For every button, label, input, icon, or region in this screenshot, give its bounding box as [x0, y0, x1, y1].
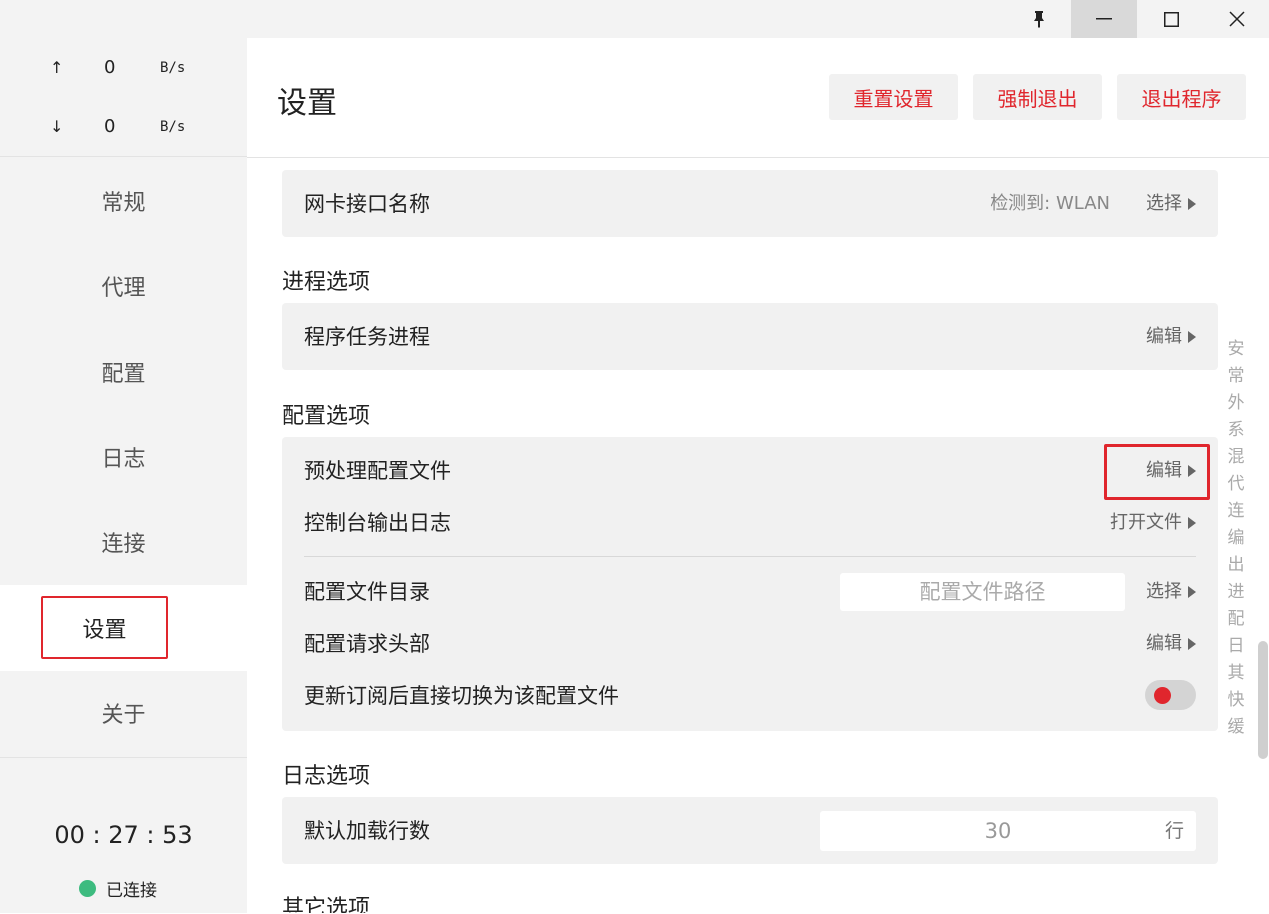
quick-nav-item[interactable]: 连 — [1226, 498, 1246, 525]
default-lines-label: 默认加载行数 — [304, 819, 430, 843]
quick-nav-item[interactable]: 代 — [1226, 471, 1246, 498]
quick-nav-item[interactable]: 混 — [1226, 444, 1246, 471]
process-section-title: 进程选项 — [282, 270, 371, 295]
process-task-label: 程序任务进程 — [304, 325, 430, 349]
close-icon[interactable] — [1205, 0, 1269, 38]
auto-switch-row: 更新订阅后直接切换为该配置文件 — [304, 676, 1196, 716]
caret-right-icon — [1188, 638, 1196, 650]
profile-section-title: 配置选项 — [282, 404, 371, 429]
quick-nav-index: 安 常 外 系 混 代 连 编 出 进 配 日 其 快 缓 — [1226, 336, 1246, 741]
default-lines-value: 30 — [984, 819, 1012, 843]
preprocess-row: 预处理配置文件 编辑 — [304, 451, 1196, 491]
sidebar-item-proxy[interactable]: 代理 — [0, 246, 247, 326]
preprocess-label: 预处理配置文件 — [304, 459, 451, 483]
title-bar — [0, 0, 1269, 38]
upload-unit: B/s — [160, 60, 186, 76]
status-panel: 00 : 27 : 53 已连接 — [0, 757, 247, 914]
quick-nav-item[interactable]: 编 — [1226, 525, 1246, 552]
profile-card: 预处理配置文件 编辑 控制台输出日志 打开文件 配置文件目录 配置文件路径 选择… — [282, 437, 1218, 731]
upload-value: 0 — [104, 57, 116, 78]
traffic-monitor: ↑ 0 B/s ↓ 0 B/s — [0, 38, 247, 157]
upload-speed: ↑ 0 B/s — [0, 56, 247, 80]
console-log-row: 控制台输出日志 打开文件 — [304, 503, 1196, 543]
console-log-label: 控制台输出日志 — [304, 511, 451, 535]
caret-right-icon — [1188, 517, 1196, 529]
exit-program-button[interactable]: 退出程序 — [1117, 74, 1246, 120]
upload-arrow-icon: ↑ — [50, 58, 64, 77]
connection-status-label: 已连接 — [106, 881, 157, 901]
quick-nav-item[interactable]: 日 — [1226, 633, 1246, 660]
profile-dir-select-label: 选择 — [1146, 581, 1182, 602]
quick-nav-item[interactable]: 安 — [1226, 336, 1246, 363]
sidebar: ↑ 0 B/s ↓ 0 B/s 常规 代理 配置 日志 连接 设置 关于 00 … — [0, 38, 247, 913]
request-headers-edit-label: 编辑 — [1146, 633, 1182, 654]
page-header: 设置 重置设置 强制退出 退出程序 — [247, 38, 1269, 158]
nic-select-button[interactable]: 选择 — [1146, 184, 1196, 224]
quick-nav-item[interactable]: 快 — [1226, 687, 1246, 714]
nic-card: 网卡接口名称 检测到: WLAN 选择 — [282, 170, 1218, 237]
force-quit-button[interactable]: 强制退出 — [973, 74, 1102, 120]
process-task-row: 程序任务进程 编辑 — [304, 317, 1196, 357]
download-speed: ↓ 0 B/s — [0, 115, 247, 139]
console-log-open-button[interactable]: 打开文件 — [1110, 503, 1196, 543]
highlight-box — [1104, 444, 1210, 500]
quick-nav-item[interactable]: 出 — [1226, 552, 1246, 579]
auto-switch-label: 更新订阅后直接切换为该配置文件 — [304, 684, 619, 708]
sidebar-item-general[interactable]: 常规 — [0, 161, 247, 241]
request-headers-label: 配置请求头部 — [304, 632, 430, 656]
caret-right-icon — [1188, 331, 1196, 343]
reset-settings-button[interactable]: 重置设置 — [829, 74, 958, 120]
toggle-knob — [1154, 687, 1171, 704]
nic-detected: 检测到: WLAN — [990, 193, 1110, 214]
quick-nav-item[interactable]: 外 — [1226, 390, 1246, 417]
uptime-timer: 00 : 27 : 53 — [54, 821, 193, 849]
download-value: 0 — [104, 116, 116, 137]
sidebar-item-connections[interactable]: 连接 — [0, 502, 247, 582]
nic-label: 网卡接口名称 — [304, 192, 430, 216]
quick-nav-item[interactable]: 系 — [1226, 417, 1246, 444]
quick-nav-item[interactable]: 配 — [1226, 606, 1246, 633]
settings-content: 网卡接口名称 检测到: WLAN 选择 进程选项 程序任务进程 编辑 配置选项 … — [247, 158, 1269, 913]
process-task-edit-button[interactable]: 编辑 — [1146, 317, 1196, 357]
quick-nav-item[interactable]: 缓 — [1226, 714, 1246, 741]
default-lines-unit: 行 — [1164, 820, 1184, 842]
profile-dir-row: 配置文件目录 配置文件路径 选择 — [304, 572, 1196, 612]
request-headers-edit-button[interactable]: 编辑 — [1146, 624, 1196, 664]
download-arrow-icon: ↓ — [50, 117, 64, 136]
profile-dir-label: 配置文件目录 — [304, 580, 430, 604]
nic-select-label: 选择 — [1146, 193, 1182, 214]
default-lines-row: 默认加载行数 30 行 — [304, 811, 1196, 851]
auto-switch-toggle[interactable] — [1145, 680, 1196, 710]
profile-dir-input[interactable]: 配置文件路径 — [840, 573, 1125, 611]
log-card: 默认加载行数 30 行 — [282, 797, 1218, 864]
minimize-icon[interactable] — [1071, 0, 1137, 38]
process-task-edit-label: 编辑 — [1146, 326, 1182, 347]
sidebar-item-about[interactable]: 关于 — [0, 673, 247, 753]
process-card: 程序任务进程 编辑 — [282, 303, 1218, 370]
caret-right-icon — [1188, 198, 1196, 210]
sidebar-item-profiles[interactable]: 配置 — [0, 332, 247, 412]
other-section-title: 其它选项 — [282, 896, 371, 913]
quick-nav-item[interactable]: 进 — [1226, 579, 1246, 606]
page-title: 设置 — [277, 86, 337, 121]
default-lines-input[interactable]: 30 行 — [820, 811, 1196, 851]
log-section-title: 日志选项 — [282, 764, 371, 789]
nic-row: 网卡接口名称 检测到: WLAN 选择 — [304, 184, 1196, 224]
connection-status: 已连接 — [79, 876, 157, 901]
divider — [304, 556, 1196, 557]
caret-right-icon — [1188, 586, 1196, 598]
quick-nav-item[interactable]: 常 — [1226, 363, 1246, 390]
sidebar-item-logs[interactable]: 日志 — [0, 417, 247, 497]
quick-nav-item[interactable]: 其 — [1226, 660, 1246, 687]
download-unit: B/s — [160, 119, 186, 135]
maximize-icon[interactable] — [1137, 0, 1205, 38]
status-dot-icon — [79, 880, 96, 897]
pin-icon[interactable] — [1011, 0, 1067, 38]
profile-dir-select-button[interactable]: 选择 — [1146, 572, 1196, 612]
request-headers-row: 配置请求头部 编辑 — [304, 624, 1196, 664]
scrollbar-thumb[interactable] — [1258, 641, 1268, 759]
console-log-open-label: 打开文件 — [1110, 512, 1182, 533]
sidebar-item-settings[interactable]: 设置 — [41, 596, 168, 659]
